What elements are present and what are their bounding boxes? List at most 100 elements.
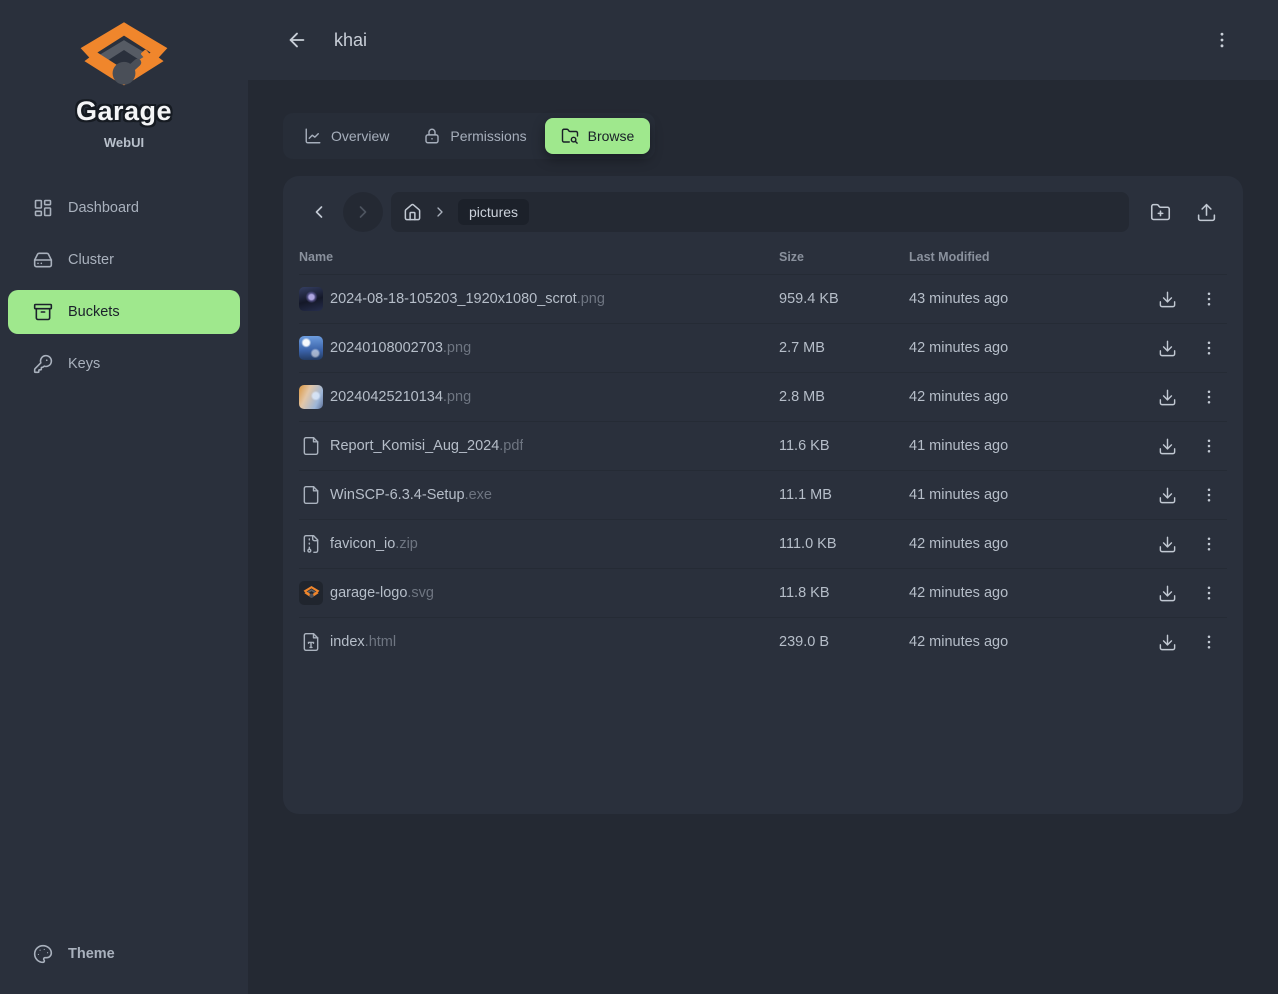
- garage-webui-app: Garage WebUI Dashboard Cluster Buckets: [0, 0, 1278, 994]
- table-header: Name Size Last Modified: [299, 232, 1227, 274]
- file-size: 111.0 KB: [779, 536, 909, 552]
- row-menu-button[interactable]: [1189, 526, 1229, 562]
- download-button[interactable]: [1147, 575, 1187, 611]
- download-button[interactable]: [1147, 428, 1187, 464]
- file-name-link[interactable]: index.html: [330, 634, 396, 650]
- file-name-cell: WinSCP-6.3.4-Setup.exe: [299, 483, 779, 507]
- palette-icon: [33, 944, 53, 964]
- file-row[interactable]: 20240425210134.png 2.8 MB 42 minutes ago: [299, 372, 1227, 421]
- bucket-tabs: Overview Permissions Browse: [283, 113, 655, 159]
- html-file-icon-glyph: [301, 632, 321, 652]
- sidebar: Garage WebUI Dashboard Cluster Buckets: [0, 0, 248, 994]
- row-menu-button[interactable]: [1189, 330, 1229, 366]
- file-row[interactable]: 2024-08-18-105203_1920x1080_scrot.png 95…: [299, 274, 1227, 323]
- file-name-cell: garage-logo.svg: [299, 581, 779, 605]
- download-button[interactable]: [1147, 526, 1187, 562]
- theme-toggle[interactable]: Theme: [8, 932, 240, 976]
- app-name: Garage: [0, 96, 248, 127]
- file-size: 239.0 B: [779, 634, 909, 650]
- file-icon-glyph: [301, 485, 321, 505]
- file-name-link[interactable]: garage-logo.svg: [330, 585, 434, 601]
- row-menu-button[interactable]: [1189, 428, 1229, 464]
- file-row[interactable]: favicon_io.zip 111.0 KB 42 minutes ago: [299, 519, 1227, 568]
- file-icon: [299, 630, 323, 654]
- chart-line-icon: [304, 127, 322, 145]
- object-browser-card: pictures Name Size Last Modified: [283, 176, 1243, 814]
- file-name-link[interactable]: Report_Komisi_Aug_2024.pdf: [330, 438, 523, 454]
- file-icon: [299, 581, 323, 605]
- file-modified: 43 minutes ago: [909, 291, 1143, 307]
- chevron-right-icon: [432, 204, 448, 220]
- file-icon-glyph: [301, 436, 321, 456]
- file-name-link[interactable]: WinSCP-6.3.4-Setup.exe: [330, 487, 492, 503]
- file-name-link[interactable]: 20240108002703.png: [330, 340, 471, 356]
- sidebar-spacer: [0, 386, 248, 932]
- buckets-icon: [33, 302, 53, 322]
- tab-permissions[interactable]: Permissions: [407, 118, 542, 154]
- download-button[interactable]: [1147, 281, 1187, 317]
- file-row[interactable]: garage-logo.svg 11.8 KB 42 minutes ago: [299, 568, 1227, 617]
- file-icon: [299, 532, 323, 556]
- file-name-link[interactable]: 2024-08-18-105203_1920x1080_scrot.png: [330, 291, 605, 307]
- tab-browse[interactable]: Browse: [545, 118, 651, 154]
- row-menu-button[interactable]: [1189, 575, 1229, 611]
- column-header-modified: Last Modified: [909, 250, 1143, 264]
- file-row[interactable]: WinSCP-6.3.4-Setup.exe 11.1 MB 41 minute…: [299, 470, 1227, 519]
- row-menu-button[interactable]: [1189, 281, 1229, 317]
- tab-label: Browse: [588, 128, 635, 144]
- garage-logo: [78, 20, 170, 90]
- file-modified: 42 minutes ago: [909, 340, 1143, 356]
- sidebar-footer: Theme: [0, 932, 248, 984]
- column-header-size: Size: [779, 250, 909, 264]
- file-name-cell: 2024-08-18-105203_1920x1080_scrot.png: [299, 287, 779, 311]
- back-button[interactable]: [282, 25, 312, 55]
- image-thumbnail: [299, 385, 323, 409]
- sidebar-item-buckets[interactable]: Buckets: [8, 290, 240, 334]
- file-size: 2.7 MB: [779, 340, 909, 356]
- download-button[interactable]: [1147, 379, 1187, 415]
- image-thumbnail: [299, 336, 323, 360]
- folder-search-icon: [561, 127, 579, 145]
- file-table-body: 2024-08-18-105203_1920x1080_scrot.png 95…: [299, 274, 1227, 666]
- row-menu-button[interactable]: [1189, 624, 1229, 660]
- upload-button[interactable]: [1185, 192, 1227, 232]
- file-size: 11.6 KB: [779, 438, 909, 454]
- path-bar[interactable]: pictures: [391, 192, 1129, 232]
- page-menu-button[interactable]: [1208, 26, 1236, 54]
- file-name-cell: index.html: [299, 630, 779, 654]
- download-button[interactable]: [1147, 330, 1187, 366]
- file-row[interactable]: 20240108002703.png 2.7 MB 42 minutes ago: [299, 323, 1227, 372]
- sidebar-item-cluster[interactable]: Cluster: [8, 238, 240, 282]
- dashboard-icon: [33, 198, 53, 218]
- home-icon[interactable]: [403, 203, 422, 222]
- file-modified: 41 minutes ago: [909, 438, 1143, 454]
- file-name-cell: 20240425210134.png: [299, 385, 779, 409]
- file-modified: 42 minutes ago: [909, 585, 1143, 601]
- row-menu-button[interactable]: [1189, 379, 1229, 415]
- file-name-cell: Report_Komisi_Aug_2024.pdf: [299, 434, 779, 458]
- download-button[interactable]: [1147, 477, 1187, 513]
- keys-icon: [33, 354, 53, 374]
- file-name-link[interactable]: favicon_io.zip: [330, 536, 418, 552]
- file-icon: [299, 434, 323, 458]
- cluster-icon: [33, 250, 53, 270]
- row-menu-button[interactable]: [1189, 477, 1229, 513]
- file-name-link[interactable]: 20240425210134.png: [330, 389, 471, 405]
- breadcrumb-folder[interactable]: pictures: [458, 199, 529, 225]
- history-forward-button[interactable]: [343, 192, 383, 232]
- file-icon: [299, 483, 323, 507]
- new-folder-button[interactable]: [1139, 192, 1181, 232]
- tab-label: Permissions: [450, 128, 526, 144]
- history-back-button[interactable]: [299, 192, 339, 232]
- sidebar-item-label: Keys: [68, 356, 100, 372]
- image-thumbnail: [299, 287, 323, 311]
- sidebar-item-dashboard[interactable]: Dashboard: [8, 186, 240, 230]
- download-button[interactable]: [1147, 624, 1187, 660]
- topbar: khai: [248, 0, 1278, 80]
- sidebar-item-keys[interactable]: Keys: [8, 342, 240, 386]
- file-size: 2.8 MB: [779, 389, 909, 405]
- browse-toolbar: pictures: [299, 192, 1227, 232]
- file-row[interactable]: Report_Komisi_Aug_2024.pdf 11.6 KB 41 mi…: [299, 421, 1227, 470]
- file-row[interactable]: index.html 239.0 B 42 minutes ago: [299, 617, 1227, 666]
- tab-overview[interactable]: Overview: [288, 118, 405, 154]
